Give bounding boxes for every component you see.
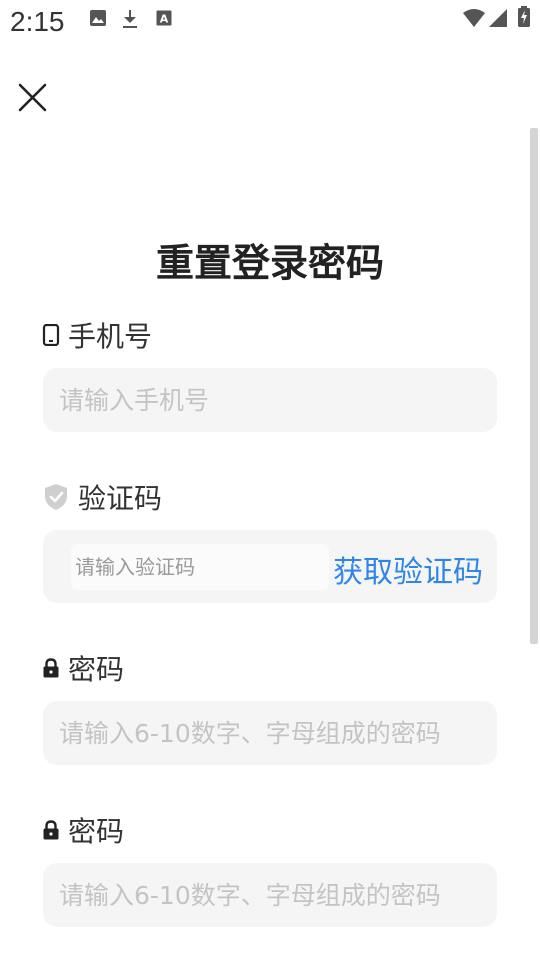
password-label: 密码: [42, 651, 125, 686]
password-confirm-label-text: 密码: [68, 815, 125, 848]
password-confirm-label: 密码: [42, 813, 125, 848]
lock-icon: [42, 657, 60, 679]
phone-input-box[interactable]: [43, 368, 497, 432]
phone-icon: [42, 324, 60, 346]
close-icon[interactable]: [14, 78, 52, 116]
password-input-box[interactable]: [43, 701, 497, 765]
code-input-box: 获取验证码: [43, 530, 497, 603]
page-title: 重置登录密码: [155, 241, 384, 285]
code-input[interactable]: [71, 544, 329, 590]
password-confirm-input-box[interactable]: [43, 863, 497, 927]
get-code-button[interactable]: 获取验证码: [333, 547, 483, 591]
phone-label: 手机号: [42, 318, 153, 353]
password-confirm-input[interactable]: [43, 863, 497, 927]
image-icon: [89, 9, 107, 31]
text-a-icon: A: [156, 10, 172, 30]
lock-icon: [42, 819, 60, 841]
status-time: 2:15: [10, 6, 65, 37]
status-bar: 2:15 A: [0, 0, 540, 44]
code-label-text: 验证码: [78, 482, 163, 515]
phone-input[interactable]: [43, 368, 497, 432]
close-button[interactable]: [14, 78, 52, 116]
svg-text:A: A: [160, 13, 169, 26]
shield-check-icon: [42, 482, 70, 512]
wifi-icon: [462, 8, 486, 32]
code-input-wrapper[interactable]: [71, 544, 329, 590]
scrollbar[interactable]: [530, 128, 538, 644]
phone-label-text: 手机号: [68, 320, 153, 353]
code-label: 验证码: [42, 480, 163, 515]
battery-charging-icon: [517, 6, 531, 32]
password-input[interactable]: [43, 701, 497, 765]
signal-icon: [488, 8, 508, 32]
download-icon: [121, 9, 139, 33]
password-label-text: 密码: [68, 653, 125, 686]
